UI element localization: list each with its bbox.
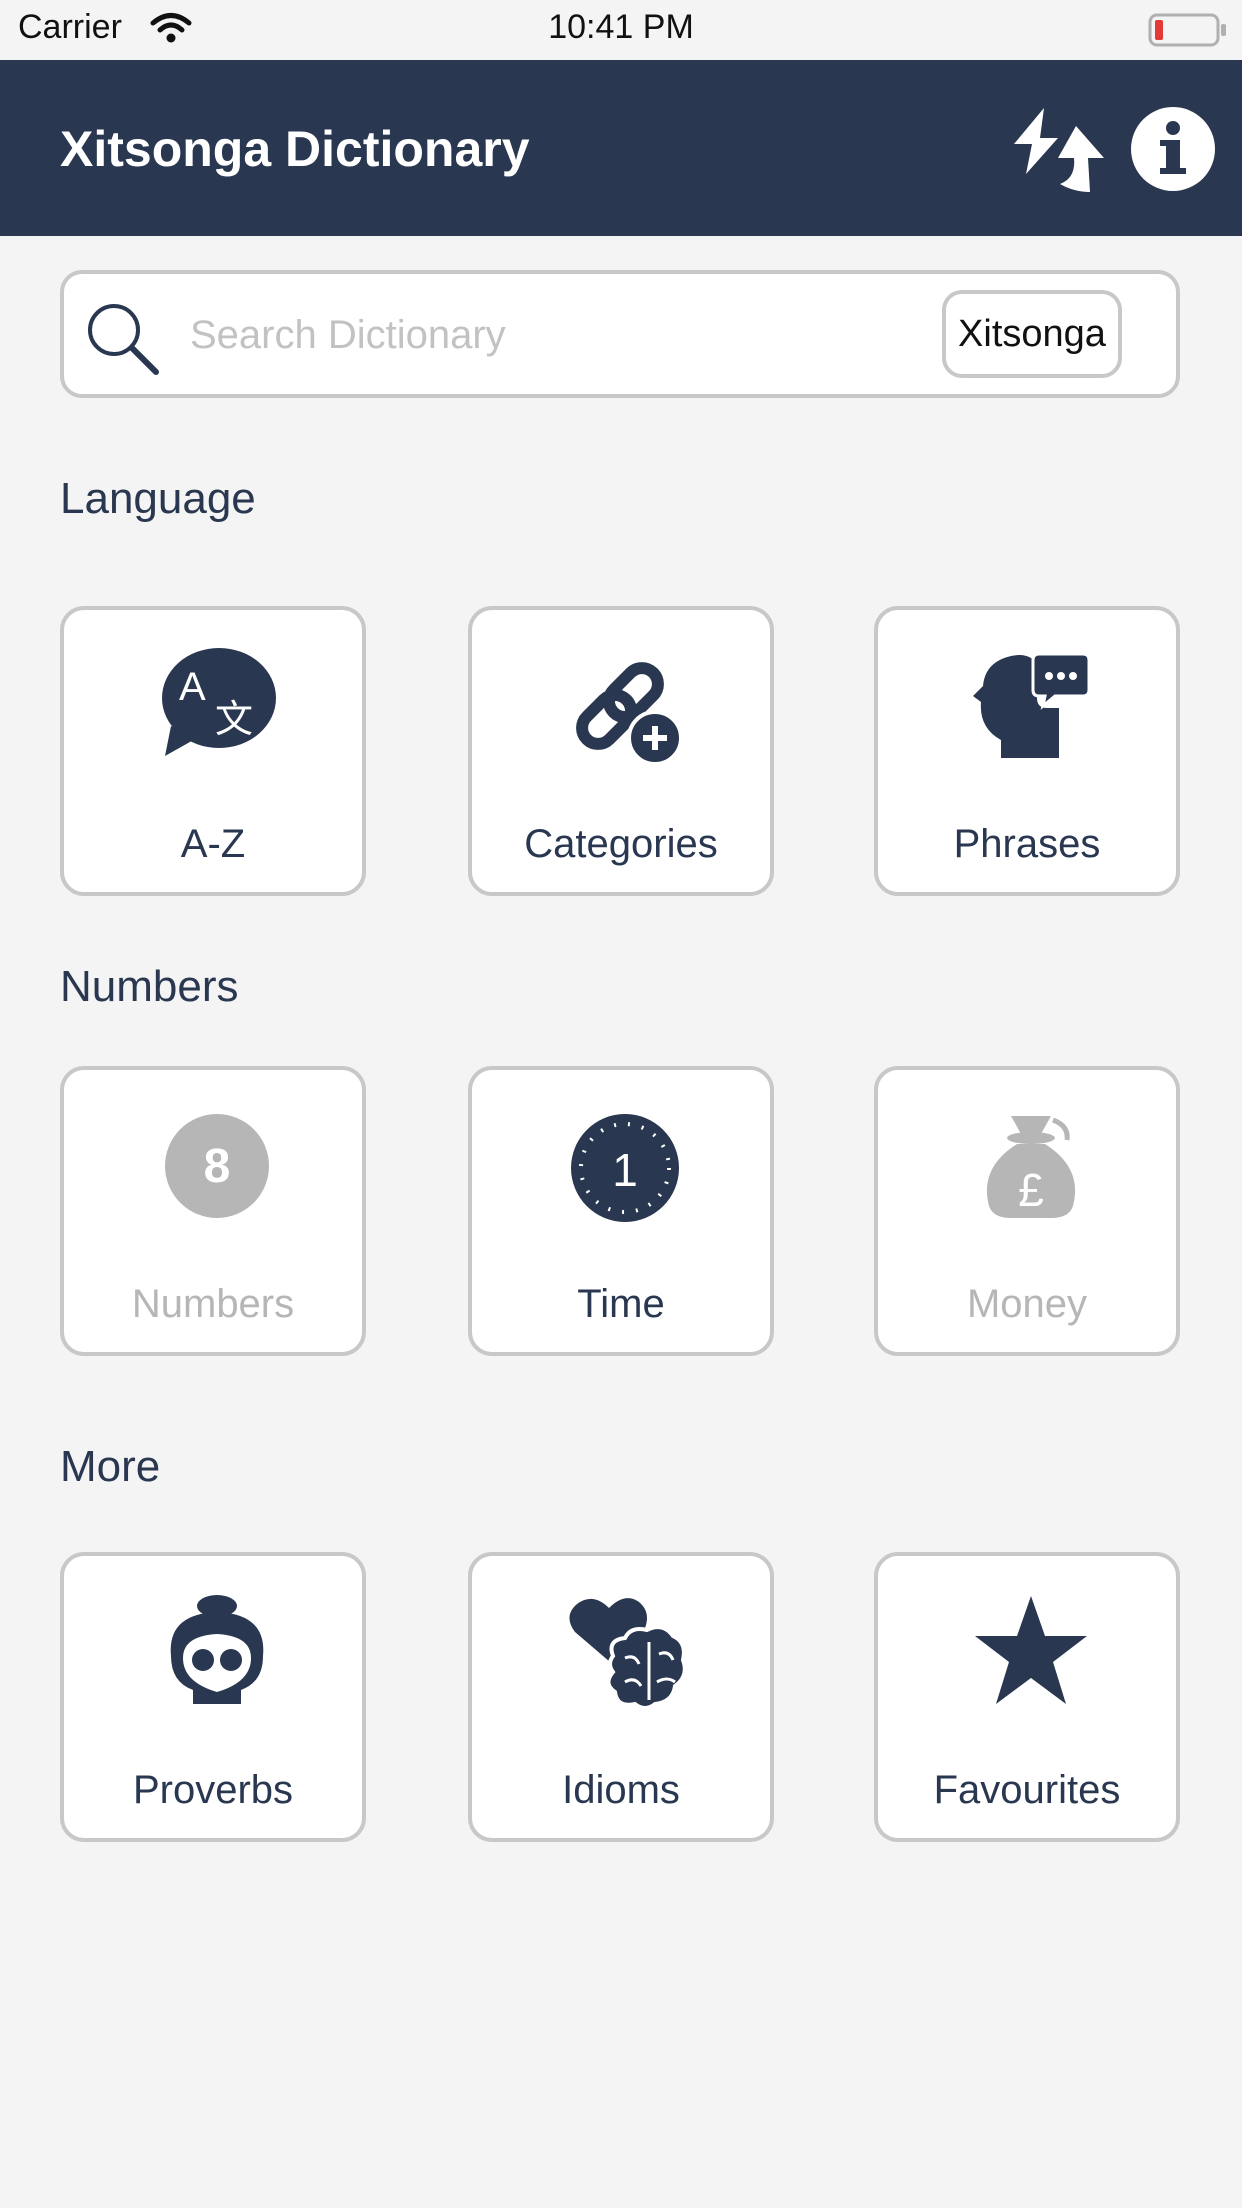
tile-label: Idioms <box>562 1768 680 1812</box>
section-title-numbers: Numbers <box>60 962 239 1011</box>
star-icon <box>975 1596 1087 1704</box>
page-title: Xitsonga Dictionary <box>60 121 530 177</box>
money-bag-icon: £ <box>986 1116 1076 1218</box>
tile-money[interactable]: £ Money <box>874 1066 1180 1356</box>
tile-label: A-Z <box>180 822 246 866</box>
svg-text:1: 1 <box>612 1144 638 1196</box>
tile-numbers[interactable]: 8 Numbers <box>60 1066 366 1356</box>
svg-text:£: £ <box>1018 1164 1044 1216</box>
tile-categories[interactable]: Categories <box>468 606 774 896</box>
tile-label: Categories <box>524 822 718 866</box>
tile-label: Money <box>966 1282 1088 1326</box>
link-plus-icon <box>576 662 683 766</box>
sync-arrows-icon[interactable] <box>1006 100 1106 200</box>
heart-brain-icon <box>569 1598 685 1710</box>
tile-phrases[interactable]: Phrases <box>874 606 1180 896</box>
head-speech-icon <box>973 652 1091 758</box>
tile-label: Phrases <box>953 822 1101 866</box>
tile-idioms[interactable]: Idioms <box>468 1552 774 1842</box>
tile-label: Favourites <box>933 1768 1121 1812</box>
svg-text:文: 文 <box>215 697 253 741</box>
search-bar: Xitsonga <box>60 270 1180 398</box>
clock-icon: 1 <box>571 1113 679 1222</box>
section-title-language: Language <box>60 474 256 523</box>
tile-time[interactable]: 1 Time <box>468 1066 774 1356</box>
search-input[interactable] <box>188 294 992 376</box>
tile-label: Proverbs <box>132 1768 294 1812</box>
info-icon[interactable] <box>1130 106 1216 192</box>
status-time: 10:41 PM <box>548 8 694 46</box>
translate-bubble-icon: A 文 <box>162 648 276 756</box>
nav-bar: Xitsonga Dictionary <box>0 60 1242 236</box>
status-bar: Carrier 10:41 PM <box>0 0 1242 60</box>
search-icon <box>88 304 159 375</box>
tile-label: Time <box>577 1282 665 1326</box>
language-toggle-button[interactable]: Xitsonga <box>942 290 1122 378</box>
battery-icon <box>1148 13 1226 47</box>
tile-a-z[interactable]: A 文 A-Z <box>60 606 366 896</box>
svg-text:8: 8 <box>204 1140 231 1193</box>
svg-text:A: A <box>179 665 206 709</box>
tile-proverbs[interactable]: Proverbs <box>60 1552 366 1842</box>
tile-label: Numbers <box>131 1282 295 1326</box>
tile-favourites[interactable]: Favourites <box>874 1552 1180 1842</box>
section-title-more: More <box>60 1442 161 1491</box>
number-eight-icon: 8 <box>165 1114 269 1218</box>
elder-face-icon <box>170 1595 264 1704</box>
